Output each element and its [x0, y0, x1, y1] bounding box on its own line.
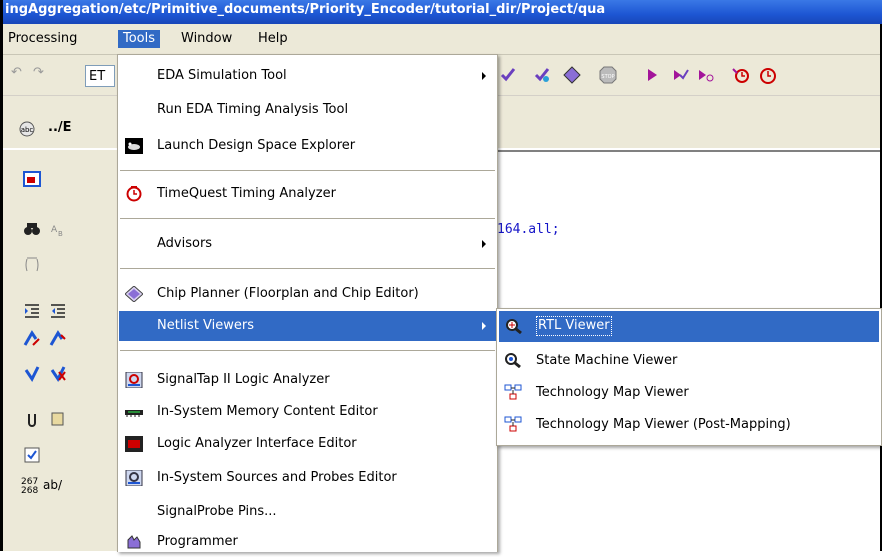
submenu-item-state-machine-viewer[interactable]: State Machine Viewer — [498, 345, 880, 376]
menu-item-signaltap[interactable]: SignalTap II Logic Analyzer — [119, 365, 496, 395]
submenu-arrow-icon — [482, 240, 486, 248]
menu-item-run-eda-timing[interactable]: Run EDA Timing Analysis Tool — [119, 95, 496, 125]
submenu-arrow-icon — [482, 72, 486, 80]
spellcheck-icon[interactable]: abc — [18, 120, 36, 138]
play-step-icon[interactable] — [697, 66, 715, 84]
submenu-arrow-icon — [482, 322, 486, 330]
menu-separator — [120, 218, 495, 219]
submenu-item-technology-map-viewer[interactable]: Technology Map Viewer — [498, 377, 880, 408]
unindent-icon[interactable] — [49, 302, 67, 320]
menu-separator — [120, 350, 495, 351]
compile-check-icon[interactable] — [499, 66, 517, 84]
menu-item-sources-probes[interactable]: In-System Sources and Probes Editor — [119, 463, 496, 493]
signaltap-icon — [125, 372, 143, 388]
menu-item-logic-analyzer-interface[interactable]: Logic Analyzer Interface Editor — [119, 429, 496, 459]
programmer-icon — [127, 535, 141, 549]
svg-text:STOP: STOP — [601, 74, 614, 80]
menu-separator — [120, 170, 495, 171]
play-check-icon[interactable] — [671, 66, 689, 84]
menu-item-signalprobe-pins[interactable]: SignalProbe Pins... — [119, 497, 496, 527]
chip-planner-icon — [125, 286, 143, 302]
menu-item-memory-editor[interactable]: In-System Memory Content Editor — [119, 397, 496, 427]
menu-item-timequest[interactable]: TimeQuest Timing Analyzer — [119, 179, 496, 209]
timing-icon[interactable] — [731, 66, 749, 84]
netlist-viewers-submenu: RTL Viewer State Machine Viewer Technolo… — [496, 308, 882, 446]
submenu-item-rtl-viewer[interactable]: RTL Viewer — [499, 311, 879, 342]
menu-bar: Processing Tools Window Help — [3, 24, 880, 55]
design-space-explorer-icon — [125, 138, 143, 154]
analysis-check-icon[interactable] — [533, 66, 551, 84]
find-icon[interactable] — [23, 220, 41, 238]
diamond-icon[interactable] — [563, 66, 581, 84]
state-machine-viewer-icon — [505, 353, 521, 368]
indent-icon[interactable] — [23, 302, 41, 320]
next-bookmark-icon[interactable] — [49, 330, 67, 348]
stop-icon[interactable]: STOP — [599, 66, 617, 84]
menu-item-advisors[interactable]: Advisors — [119, 229, 496, 259]
menu-item-eda-simulation-tool[interactable]: EDA Simulation Tool — [119, 61, 496, 91]
svg-text:A: A — [51, 225, 58, 235]
play-icon[interactable] — [643, 66, 661, 84]
project-combo[interactable]: ET — [85, 65, 115, 87]
undo-icon[interactable]: ↶ — [11, 65, 29, 83]
submenu-item-technology-map-viewer-post-mapping[interactable]: Technology Map Viewer (Post-Mapping) — [498, 409, 880, 440]
timequest-icon — [126, 186, 142, 202]
replace-icon[interactable]: AB — [49, 220, 67, 238]
bookmark-icon[interactable] — [23, 330, 41, 348]
menu-processing[interactable]: Processing — [3, 30, 82, 48]
window-icon[interactable] — [23, 170, 41, 188]
logic-analyzer-icon — [125, 436, 143, 452]
menu-help[interactable]: Help — [253, 30, 293, 48]
technology-map-icon — [504, 384, 522, 400]
line-counter-bottom: 268 — [21, 486, 39, 496]
document-check-icon[interactable] — [23, 446, 41, 464]
timequest-icon[interactable] — [759, 66, 777, 84]
redo-icon[interactable]: ↷ — [33, 65, 51, 83]
menu-item-netlist-viewers[interactable]: Netlist Viewers — [119, 311, 496, 341]
editor-left-toolbar: AB 267 268 ab/ — [3, 150, 117, 551]
svg-text:abc: abc — [21, 126, 34, 134]
menu-item-programmer[interactable]: Programmer — [119, 527, 496, 557]
scroll-icon[interactable] — [49, 410, 67, 428]
title-bar: ingAggregation/etc/Primitive_documents/P… — [3, 0, 882, 24]
menu-window[interactable]: Window — [176, 30, 237, 48]
menu-separator — [120, 268, 495, 269]
memory-icon — [125, 410, 143, 417]
technology-map-post-mapping-icon — [504, 416, 522, 432]
tools-menu: EDA Simulation Tool Run EDA Timing Analy… — [117, 54, 498, 552]
clear-bookmarks-icon[interactable] — [49, 364, 67, 382]
attach-icon[interactable] — [23, 410, 41, 428]
rtl-viewer-icon — [506, 319, 522, 334]
menu-item-chip-planner[interactable]: Chip Planner (Floorplan and Chip Editor) — [119, 279, 496, 309]
code-text: 164.all; — [497, 222, 560, 237]
ab-label[interactable]: ab/ — [43, 478, 62, 492]
sources-probes-icon — [125, 470, 143, 486]
app-window: ingAggregation/etc/Primitive_documents/P… — [0, 0, 882, 553]
svg-text:B: B — [58, 230, 63, 238]
menu-item-design-space-explorer[interactable]: Launch Design Space Explorer — [119, 131, 496, 161]
menu-tools[interactable]: Tools — [118, 30, 161, 48]
path-label: ../E — [48, 120, 72, 135]
insert-template-icon[interactable] — [23, 256, 41, 274]
prev-bookmark-icon[interactable] — [23, 364, 41, 382]
